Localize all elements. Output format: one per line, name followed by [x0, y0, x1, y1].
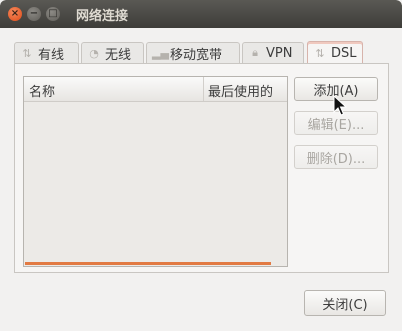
tab-wired[interactable]: ⇅ 有线 — [14, 42, 79, 63]
lock-icon: 🔒︎ — [252, 46, 258, 59]
tab-label: 无线 — [105, 47, 132, 63]
dsl-icon: ⇅ — [315, 46, 325, 60]
tab-label: 移动宽带 — [170, 47, 223, 63]
mobile-broadband-icon: ▂▄ — [152, 46, 169, 60]
tab-label: 有线 — [38, 47, 65, 63]
mouse-cursor-icon — [333, 95, 347, 116]
tab-mobile-broadband[interactable]: ▂▄ 移动宽带 — [146, 42, 240, 63]
list-header: 名称 最后使用的 — [24, 77, 287, 102]
wireless-icon: ◔ — [89, 46, 99, 60]
close-button[interactable]: 关闭(C) — [304, 290, 386, 316]
title-bar: × − □ 网络连接 — [0, 0, 402, 28]
connection-list[interactable]: 名称 最后使用的 — [23, 76, 288, 267]
column-header-last-used[interactable]: 最后使用的 — [208, 81, 273, 100]
horizontal-scrollbar[interactable] — [25, 262, 271, 265]
tab-wireless[interactable]: ◔ 无线 — [81, 42, 144, 63]
window-close-button[interactable]: × — [8, 7, 22, 21]
tab-label: VPN — [266, 45, 293, 61]
column-separator — [203, 77, 204, 101]
window-minimize-button[interactable]: − — [27, 7, 41, 21]
tab-dsl[interactable]: ⇅ DSL — [307, 41, 363, 64]
network-connections-window: × − □ 网络连接 ⇅ 有线 ◔ 无线 ▂▄ 移动宽带 🔒︎ VPN ⇅ DS… — [0, 0, 402, 331]
column-header-name[interactable]: 名称 — [29, 81, 55, 100]
window-maximize-button[interactable]: □ — [46, 7, 60, 21]
delete-button[interactable]: 删除(D)... — [294, 145, 378, 169]
wired-icon: ⇅ — [22, 46, 32, 60]
window-title: 网络连接 — [76, 9, 129, 24]
tab-label: DSL — [331, 45, 357, 61]
tab-vpn[interactable]: 🔒︎ VPN — [242, 42, 304, 63]
